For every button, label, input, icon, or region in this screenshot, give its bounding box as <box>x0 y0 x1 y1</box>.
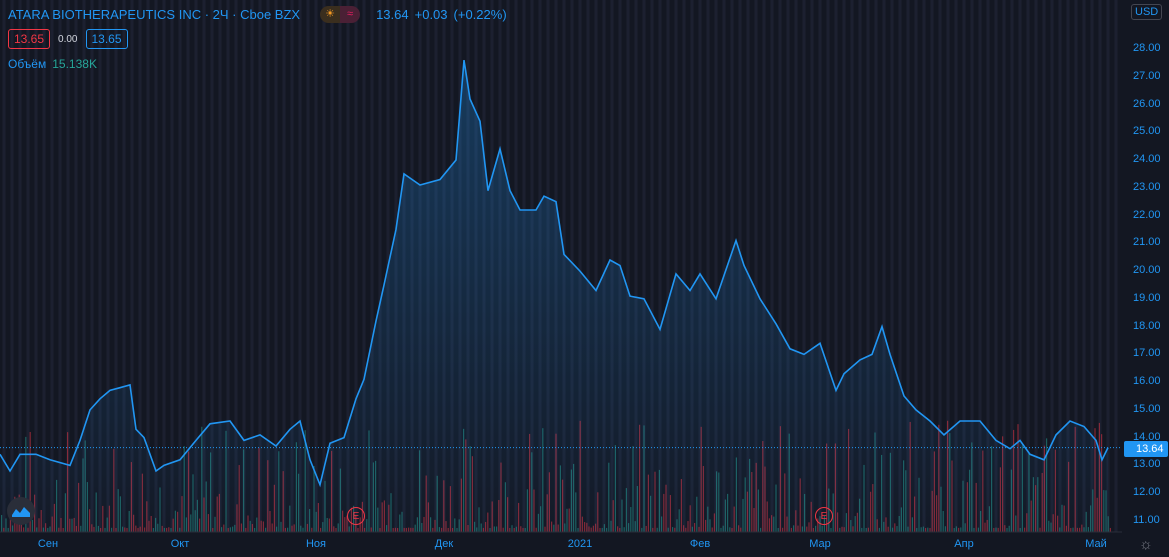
last-price-label: 13.64 <box>1124 441 1168 457</box>
earnings-marker[interactable]: E <box>347 507 365 525</box>
time-tick-label: Окт <box>170 538 190 550</box>
buy-button[interactable]: 13.65 <box>85 29 128 49</box>
time-tick-label: 2021 <box>567 538 593 550</box>
price-tick-label: 23.00 <box>1133 180 1161 193</box>
price-area <box>0 60 1108 532</box>
volume-label: Объём <box>8 57 47 71</box>
quote-row: 13.65 0.00 13.65 <box>8 29 128 49</box>
price-tick-label: 15.00 <box>1133 402 1161 415</box>
spread: 0.00 <box>58 33 78 45</box>
price-tick-label: 11.00 <box>1133 513 1160 526</box>
currency-button[interactable]: USD <box>1131 4 1163 20</box>
last-price: 13.64 <box>376 7 409 22</box>
price-tick-label: 28.00 <box>1133 42 1161 54</box>
price-tick-label: 22.00 <box>1133 208 1161 221</box>
volume-legend: Объём 15.138K <box>8 57 97 71</box>
time-tick-label: Мар <box>809 538 831 550</box>
price-tick-label: 17.00 <box>1133 347 1161 360</box>
market-status-badge[interactable]: ☀ ≈ <box>320 6 361 23</box>
symbol-title[interactable]: ATARA BIOTHERAPEUTICS INC · 2Ч · Cboe BZ… <box>8 7 300 22</box>
settings-gear-icon[interactable]: ☼ <box>1139 536 1153 553</box>
price-tick-label: 25.00 <box>1133 125 1161 138</box>
time-tick-label: Апр <box>954 538 974 550</box>
symbol-legend: ATARA BIOTHERAPEUTICS INC · 2Ч · Cboe BZ… <box>8 6 507 23</box>
time-tick-label: Сен <box>37 538 59 550</box>
time-tick-label: Дек <box>434 538 454 550</box>
price-tick-label: 18.00 <box>1133 319 1161 332</box>
price-tick-label: 20.00 <box>1133 264 1161 277</box>
time-tick-label: Ноя <box>305 538 327 550</box>
time-tick-label: Май <box>1085 538 1107 550</box>
volume-value: 15.138K <box>52 57 97 71</box>
time-tick-label: Фев <box>689 538 711 550</box>
price-tick-label: 13.00 <box>1133 458 1161 471</box>
price-tick-label: 27.00 <box>1133 69 1161 82</box>
price-change: +0.03 <box>414 7 448 22</box>
wave-icon: ≈ <box>340 6 361 23</box>
price-tick-label: 21.00 <box>1133 236 1161 249</box>
earnings-marker[interactable]: E <box>815 507 833 525</box>
price-tick-label: 19.00 <box>1133 291 1161 304</box>
price-chart[interactable] <box>0 0 1169 557</box>
volume-bar <box>1109 527 1111 532</box>
sell-button[interactable]: 13.65 <box>8 29 51 49</box>
price-tick-label: 26.00 <box>1133 97 1161 110</box>
price-change-pct: (+0.22%) <box>453 7 507 22</box>
price-tick-label: 12.00 <box>1133 486 1161 499</box>
price-tick-label: 16.00 <box>1133 375 1161 388</box>
price-tick-label: 24.00 <box>1133 153 1161 166</box>
sun-icon: ☀ <box>320 6 341 23</box>
tradingview-logo-icon[interactable] <box>7 497 35 525</box>
